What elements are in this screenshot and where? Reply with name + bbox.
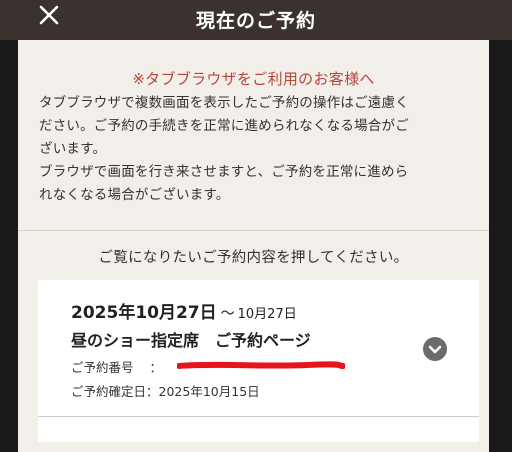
- reservation-card[interactable]: 2025年10月27日〜 10月27日 昼のショー指定席 ご予約ページ ご予約番号…: [38, 280, 479, 442]
- reservation-confirm-separator: ：: [146, 384, 159, 399]
- page-title: 現在のご予約: [195, 10, 316, 32]
- date-end: 10月27日: [237, 307, 297, 322]
- reservation-confirm-row: ご予約確定日：2025年10月15日: [71, 381, 260, 400]
- reservation-confirm-label: ご予約確定日: [71, 384, 147, 399]
- chevron-down-icon: [428, 345, 442, 354]
- redaction-mark: [177, 361, 345, 369]
- reservation-title: 昼のショー指定席 ご予約ページ: [71, 331, 311, 350]
- reservation-number-row: ご予約番号 ：: [71, 357, 162, 376]
- reservation-number-separator: ：: [149, 360, 163, 375]
- card-bottom-rule: [38, 416, 479, 417]
- date-separator: 〜: [220, 306, 235, 322]
- expand-button[interactable]: [423, 337, 447, 361]
- date-start: 2025年10月27日: [71, 303, 217, 323]
- header-bar: 現在のご予約: [0, 0, 512, 40]
- reservation-number-label: ご予約番号: [71, 360, 134, 375]
- select-prompt: ご覧になりたいご予約内容を押してください。: [98, 250, 409, 266]
- notice-line: ざいます。: [39, 141, 107, 157]
- reservation-confirm-date: 2025年10月15日: [158, 384, 260, 399]
- notice-body: タブブラウザで複数画面を表示したご予約の操作はご遠慮く ださい。ご予約の手続きを…: [39, 92, 471, 207]
- main-panel: ※タブブラウザをご利用のお客様へ タブブラウザで複数画面を表示したご予約の操作は…: [18, 40, 489, 452]
- reservation-date: 2025年10月27日〜 10月27日: [71, 298, 297, 323]
- notice-title: ※タブブラウザをご利用のお客様へ: [132, 70, 375, 88]
- notice-line: ブラウザで画面を行き来させますと、ご予約を正常に進めら: [39, 164, 409, 180]
- notice-line: ださい。ご予約の手続きを正常に進められなくなる場合がご: [39, 118, 409, 134]
- section-divider: [18, 230, 489, 231]
- notice-line: れなくなる場合がございます。: [39, 187, 230, 203]
- notice-line: タブブラウザで複数画面を表示したご予約の操作はご遠慮く: [39, 95, 409, 111]
